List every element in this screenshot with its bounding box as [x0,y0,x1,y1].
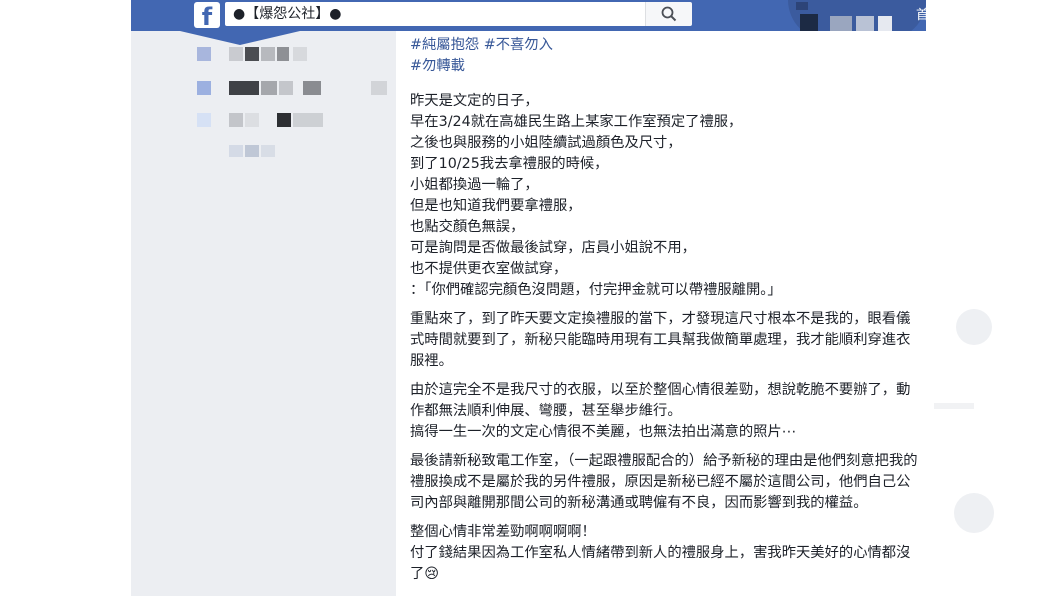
nav-bar-notch [180,31,300,45]
pixelated-block [229,47,243,61]
pixelated-block [261,47,275,61]
hashtag-line[interactable]: #純屬抱怨 #不喜勿入 [410,35,918,56]
screenshot-canvas: f ●【爆怨公社】● 首 #純屬抱怨 #不喜勿入 #勿轉載 昨天是文定的日子， … [0,0,1060,596]
pixelated-block [277,113,291,127]
post-story: 昨天是文定的日子， 早在3/24就在高雄民生路上某家工作室預定了禮服， 之後也與… [410,91,918,301]
pixelated-block [245,113,259,127]
pixelated-avatar [800,14,818,32]
pixelated-block [830,16,852,32]
pixelated-avatar [197,81,211,95]
faded-text [934,403,974,409]
pixelated-block [293,113,323,127]
story-line: 小姐都換過一輪了， [410,177,539,193]
post-hashtags: #純屬抱怨 #不喜勿入 #勿轉載 [410,35,918,77]
search-button[interactable] [645,2,692,26]
pixelated-block [293,47,307,61]
story-line: 但是也知道我們要拿禮服， [410,198,582,214]
search-icon [661,6,677,22]
right-faded-area [926,31,1060,596]
faded-avatar [956,309,992,345]
post-paragraph: 最後請新秘致電工作室，（一起跟禮服配合的）給予新秘的理由是他們刻意把我的禮服換成… [410,453,918,511]
pixelated-avatar [197,113,211,127]
pixelated-avatar [197,47,211,61]
pixelated-block [261,145,275,157]
hashtag-line[interactable]: #勿轉載 [410,56,918,77]
pixelated-block [279,81,293,95]
pixelated-block [245,47,259,61]
pixelated-block [229,113,243,127]
pixelated-block [277,47,289,61]
story-line: 之後也與服務的小姐陸續試過顏色及尺寸， [410,135,682,151]
post-paragraph: 由於這完全不是我尺寸的衣服，以至於整個心情很差勁，想說乾脆不要辦了，動作都無法順… [410,382,911,419]
story-line: 早在3/24就在高雄民生路上某家工作室預定了禮服， [410,114,743,130]
facebook-logo-icon[interactable]: f [194,2,220,28]
story-line: 可是詢問是否做最後試穿，店員小姐說不用， [410,240,696,256]
pixelated-block [229,145,243,157]
pixelated-block [229,81,259,95]
pixelated-block [303,81,321,95]
post-paragraph: 搞得一生一次的文定心情很不美麗，也無法拍出滿意的照片⋯ [410,424,797,440]
story-line: 也不提供更衣室做試穿， [410,261,568,277]
pixelated-block [245,145,259,157]
home-link[interactable]: 首 [916,4,929,23]
pixelated-block [261,81,277,95]
post-paragraph: 整個心情非常差勁啊啊啊啊！ [410,524,596,540]
search-input[interactable]: ●【爆怨公社】● [225,2,645,26]
left-sidebar [131,31,396,596]
post-body: #純屬抱怨 #不喜勿入 #勿轉載 昨天是文定的日子， 早在3/24就在高雄民生路… [410,35,918,593]
story-line: 昨天是文定的日子， [410,93,539,109]
story-line: 也點交顏色無誤， [410,219,525,235]
story-line: 到了10/25我去拿禮服的時候， [410,156,609,172]
pixelated-block [796,2,808,10]
post-paragraph: 付了錢結果因為工作室私人情緒帶到新人的禮服身上，害我昨天美好的心情都沒了😢 [410,545,911,582]
story-line: ：「你們確認完顏色沒問題，付完押金就可以帶禮服離開。」 [410,282,782,298]
pixelated-block [856,16,874,32]
post-card: #純屬抱怨 #不喜勿入 #勿轉載 昨天是文定的日子， 早在3/24就在高雄民生路… [396,31,926,596]
pixelated-block [371,81,387,95]
faded-avatar [954,493,994,533]
pixelated-block [878,16,892,32]
post-paragraph: 重點來了，到了昨天要文定換禮服的當下，才發現這尺寸根本不是我的，眼看儀式時間就要… [410,311,911,369]
